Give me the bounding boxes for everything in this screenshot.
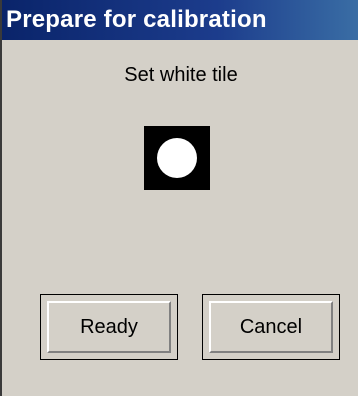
ready-button-label: Ready xyxy=(47,301,171,353)
cancel-button-label: Cancel xyxy=(209,301,333,353)
white-circle-icon xyxy=(157,138,197,178)
dialog-title: Prepare for calibration xyxy=(6,6,267,33)
cancel-button[interactable]: Cancel xyxy=(202,294,340,360)
prompt-text: Set white tile xyxy=(124,64,238,86)
calibration-dialog: Prepare for calibration Set white tile R… xyxy=(0,0,358,396)
ready-button[interactable]: Ready xyxy=(40,294,178,360)
white-tile-icon xyxy=(144,126,210,190)
title-bar[interactable]: Prepare for calibration xyxy=(2,0,358,40)
